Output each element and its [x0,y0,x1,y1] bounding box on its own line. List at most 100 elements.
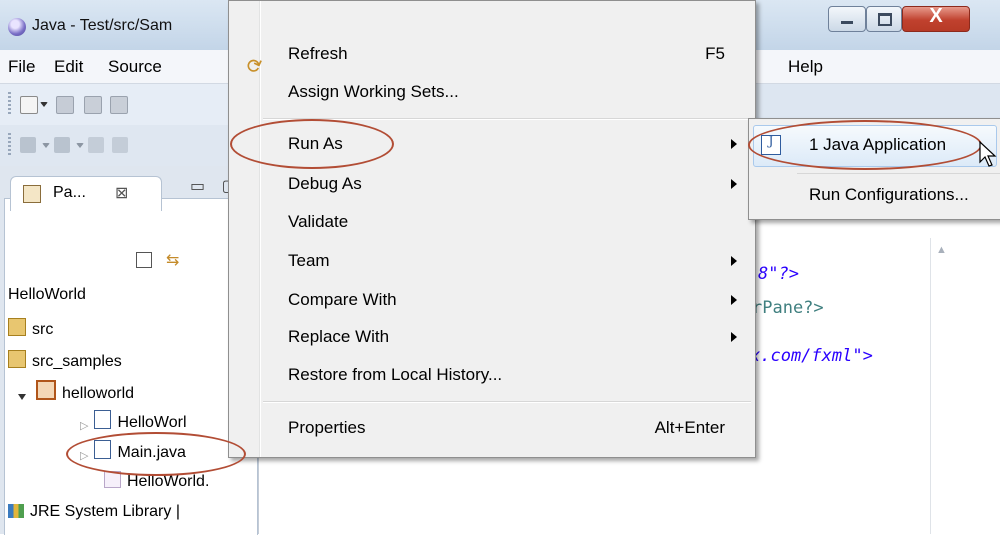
tree-item-src-samples[interactable]: src_samples [8,350,122,371]
menu-item-assign-working-sets[interactable]: Assign Working Sets... [229,73,755,111]
menu-help[interactable]: Help [788,57,823,77]
main-toolbar [0,84,236,125]
submenu-arrow-icon [731,179,737,189]
menu-item-restore-local-history[interactable]: Restore from Local History... [229,356,755,394]
menu-item-label: Assign Working Sets... [288,82,459,101]
tree-item-src[interactable]: src [8,318,53,339]
menu-edit[interactable]: Edit [54,57,83,77]
run-as-submenu: J 1 Java Application Run Configurations.… [748,118,1000,220]
collapsed-arrow-icon[interactable]: ▷ [80,449,88,462]
maximize-icon [878,13,892,26]
menu-separator [263,401,751,403]
collapse-all-icon[interactable] [136,252,152,268]
source-folder-icon [8,350,26,368]
collapsed-arrow-icon[interactable]: ▷ [80,419,88,432]
java-app-icon: J [761,134,781,155]
prev-annotation-icon[interactable] [54,137,70,153]
menu-item-label: Debug As [288,174,362,193]
submenu-item-java-application[interactable]: 1 Java Application [809,135,946,155]
menu-item-label: Team [288,251,330,270]
dropdown-icon[interactable] [42,143,50,148]
toolbar-grip[interactable] [8,92,11,116]
navigation-toolbar [0,125,236,166]
tab-package-explorer[interactable]: Pa... ⊠ [10,176,162,211]
scroll-up-icon[interactable]: ▲ [936,244,947,256]
package-explorer-icon [23,185,41,203]
next-annotation-icon[interactable] [20,137,36,153]
window-title: Java - Test/src/Sam [32,17,173,34]
fxml-file-icon [104,471,121,488]
maximize-button[interactable] [866,6,902,32]
editor-line: x.com/fxml"> [750,346,873,366]
menu-item-replace-with[interactable]: Replace With [229,318,755,356]
menu-item-shortcut: Alt+Enter [654,418,725,437]
minimize-button[interactable] [828,6,866,32]
context-menu: ⟳ Refresh F5 Assign Working Sets... Run … [228,0,756,458]
editor-line: 8"?> [758,264,799,284]
submenu-arrow-icon [731,256,737,266]
menu-item-shortcut: F5 [705,44,725,63]
submenu-arrow-icon [731,139,737,149]
tree-item-main-java[interactable]: ▷ Main.java [80,440,186,462]
library-icon [8,504,24,518]
menu-source[interactable]: Source [108,57,162,77]
menu-item-run-as[interactable]: Run As [229,125,755,163]
eclipse-icon [8,18,26,36]
menu-item-refresh[interactable]: Refresh F5 [229,35,755,73]
forward-icon[interactable] [112,137,128,153]
expanded-arrow-icon[interactable] [18,394,26,400]
toolbar-grip[interactable] [8,133,11,157]
tree-item-jre-library[interactable]: JRE System Library | [8,503,180,521]
link-with-editor-icon[interactable]: ⇆ [166,250,179,270]
editor-line: rPane?> [752,298,824,318]
menu-item-label: Refresh [288,44,348,63]
java-file-icon [94,440,112,459]
tree-item-label: src [32,321,54,338]
menu-separator [797,173,1000,174]
dropdown-icon[interactable] [76,143,84,148]
tree-item-helloworld-java[interactable]: ▷ HelloWorl [80,410,187,432]
menu-separator [263,118,751,120]
submenu-arrow-icon [731,295,737,305]
mouse-cursor-icon [979,140,997,167]
menu-item-label: Compare With [288,290,397,309]
menu-item-label: Restore from Local History... [288,365,503,384]
tree-item-project[interactable]: HelloWorld [8,286,86,304]
tree-item-label: HelloWorld [8,286,86,303]
tree-item-fxml[interactable]: HelloWorld. [104,471,209,491]
menu-item-label: Run As [288,134,343,153]
submenu-arrow-icon [731,332,737,342]
new-icon[interactable] [20,96,38,114]
tree-item-label: helloworld [62,385,135,402]
package-icon [36,380,56,400]
close-icon: X [929,5,943,27]
tree-item-label: JRE System Library | [30,503,180,520]
close-button[interactable]: X [902,5,970,32]
tree-item-label: Main.java [117,444,186,461]
source-folder-icon [8,318,26,336]
new-dropdown-icon[interactable] [40,102,48,107]
save-all-icon[interactable] [84,96,102,114]
menu-item-label: Properties [288,418,366,437]
submenu-item-run-configurations[interactable]: Run Configurations... [809,185,969,205]
menu-item-team[interactable]: Team [229,242,755,280]
tree-item-label: HelloWorl [117,414,187,431]
menu-item-debug-as[interactable]: Debug As [229,165,755,203]
tree-item-label: HelloWorld. [127,473,210,490]
back-icon[interactable] [88,137,104,153]
tab-label: Pa... [53,184,86,201]
menu-item-validate[interactable]: Validate [229,203,755,241]
tree-item-helloworld-package[interactable]: helloworld [18,380,134,403]
menu-item-properties[interactable]: Properties Alt+Enter [229,409,755,447]
print-icon[interactable] [110,96,128,114]
java-file-icon [94,410,112,429]
tree-item-label: src_samples [32,353,122,370]
tab-close-icon[interactable]: ⊠ [115,183,128,203]
menu-item-compare-with[interactable]: Compare With [229,281,755,319]
editor-scrollbar[interactable]: ▲ [930,238,957,534]
menu-file[interactable]: File [8,57,35,77]
minimize-icon [841,21,853,24]
menu-item-label: Replace With [288,327,390,346]
save-icon[interactable] [56,96,74,114]
menu-item-label: Validate [288,212,349,231]
